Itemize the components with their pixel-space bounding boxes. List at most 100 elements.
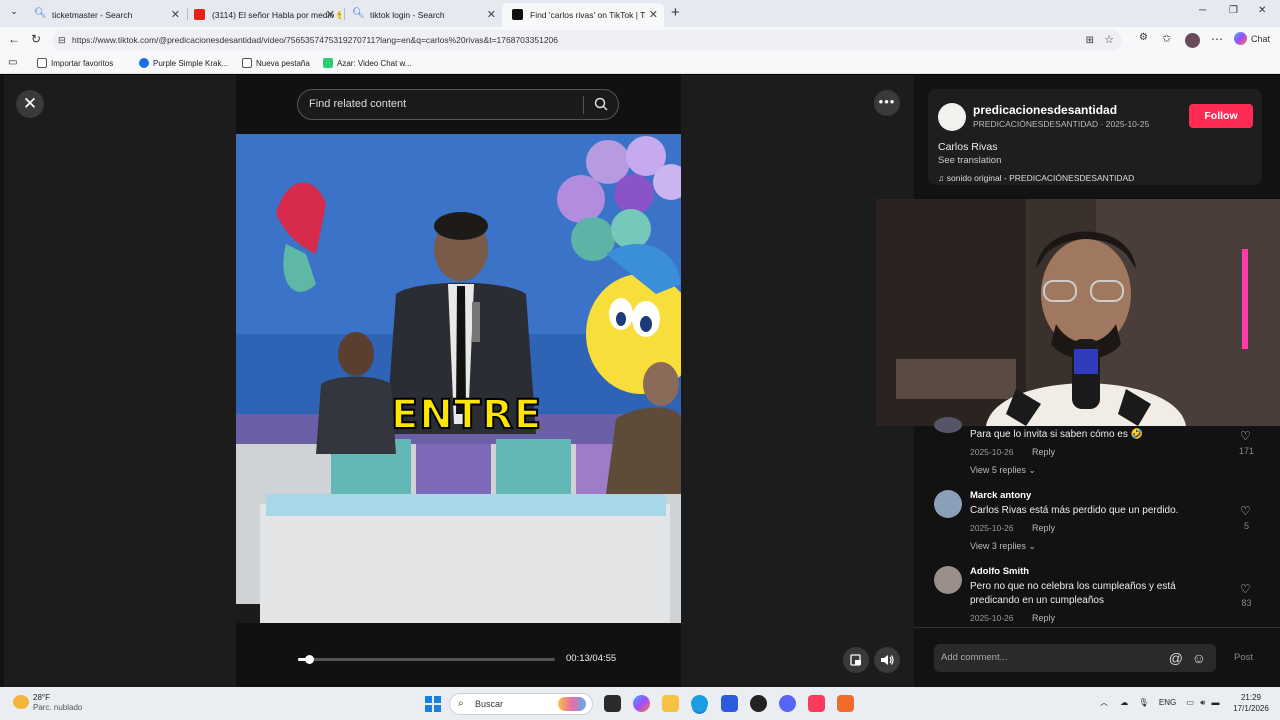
app-icon[interactable]: [750, 695, 767, 712]
favorite-star-icon[interactable]: ☆: [1104, 30, 1114, 51]
comment-date: 2025-10-26: [970, 447, 1014, 457]
comment-text: Carlos Rivas está más perdido que un per…: [970, 505, 1179, 516]
window-close-icon[interactable]: ✕: [1258, 5, 1266, 16]
tab-tiktok-active[interactable]: Find 'carlos rivas' on TikTok | T ✕: [502, 3, 664, 27]
system-tray: ︿ ☁ 🎙︎ ENG ▭ 🔊︎ ▬: [1100, 697, 1220, 708]
author-card: predicacionesdesantidad PREDICACIÓNESDES…: [928, 89, 1262, 185]
restore-icon[interactable]: ❐: [1229, 5, 1238, 16]
favorites-icon[interactable]: ✩: [1162, 32, 1171, 45]
music-icon[interactable]: [808, 695, 825, 712]
weather-widget[interactable]: 28°F Parc. nublado: [33, 693, 82, 713]
tab-label: (3114) El señor Habla por medio 😪: [212, 9, 341, 20]
onedrive-icon[interactable]: ☁: [1120, 698, 1128, 707]
heart-icon[interactable]: ♡: [1240, 582, 1251, 596]
store-icon[interactable]: [721, 695, 738, 712]
see-translation-link[interactable]: See translation: [938, 155, 1001, 166]
chevron-up-icon[interactable]: ︿: [1100, 698, 1108, 707]
copilot-icon[interactable]: [633, 695, 650, 712]
language-indicator[interactable]: ENG: [1159, 698, 1176, 707]
taskbar-clock[interactable]: 21:29 17/1/2026: [1226, 692, 1276, 714]
address-bar-row: ← ↻ ⊟ https://www.tiktok.com/@predicacio…: [0, 27, 1280, 54]
close-icon[interactable]: ✕: [649, 8, 658, 21]
like-count: 5: [1243, 521, 1249, 531]
copilot-chat-button[interactable]: Chat: [1234, 32, 1270, 45]
emoji-icon[interactable]: ☺: [1192, 644, 1206, 672]
bookmark-new-tab[interactable]: Nueva pestaña: [242, 58, 310, 68]
tab-ticketmaster[interactable]: 🔍︎ ticketmaster - Search ✕: [24, 3, 186, 27]
commenter-avatar[interactable]: [934, 490, 962, 518]
reply-button[interactable]: Reply: [1032, 447, 1055, 457]
site-info-icon[interactable]: ⊟: [58, 30, 66, 51]
commenter-avatar[interactable]: [934, 417, 962, 433]
taskbar-search[interactable]: ⌕ Buscar: [449, 693, 593, 715]
view-replies-button[interactable]: View 3 replies ⌄: [970, 541, 1036, 552]
commenter-avatar[interactable]: [934, 566, 962, 594]
discord-icon[interactable]: [779, 695, 796, 712]
task-view-icon[interactable]: [604, 695, 621, 712]
post-button[interactable]: Post: [1234, 652, 1253, 663]
like-count: 83: [1241, 598, 1252, 608]
video-frame[interactable]: ENTRE: [236, 134, 681, 623]
tab-youtube[interactable]: (3114) El señor Habla por medio 😪 ✕: [184, 3, 341, 27]
comment-item: Adolfo Smith Pero no que no celebra los …: [934, 566, 1264, 626]
edge-browser-icon[interactable]: [691, 695, 708, 712]
back-arrow-icon[interactable]: ←: [8, 32, 20, 46]
author-subline: PREDICACIÓNESDESANTIDAD · 2025-10-25: [973, 119, 1150, 129]
sound-link[interactable]: ♫ sonido original - PREDICACIÓNESDESANTI…: [938, 173, 1134, 183]
volume-button[interactable]: [874, 647, 900, 673]
search-icon: 🔍︎: [34, 8, 47, 19]
battery-icon[interactable]: ▬: [1212, 698, 1220, 707]
close-icon[interactable]: ✕: [487, 8, 496, 21]
folder-icon: [37, 58, 47, 68]
webcam-scene: [876, 199, 1280, 426]
comment-text: Pero no que no celebra los cumpleaños y …: [970, 581, 1176, 606]
video-time: 00:13/04:55: [566, 653, 617, 664]
like-count: 171: [1238, 446, 1255, 456]
profile-avatar[interactable]: [1185, 33, 1200, 48]
webcam-overlay: [876, 199, 1280, 426]
new-tab-button[interactable]: +: [671, 4, 680, 21]
pip-button[interactable]: [843, 647, 869, 673]
close-player-button[interactable]: ✕: [16, 90, 44, 118]
microphone-icon[interactable]: 🎙︎: [1138, 698, 1148, 707]
close-icon[interactable]: ✕: [171, 8, 180, 21]
add-comment-input[interactable]: Add comment... @ ☺: [934, 644, 1216, 672]
bookmark-import[interactable]: Importar favoritos: [37, 58, 113, 68]
reply-button[interactable]: Reply: [1032, 613, 1055, 623]
bookmark-azar[interactable]: Azar: Video Chat w...: [323, 58, 412, 68]
volume-icon[interactable]: 🔊︎: [1200, 698, 1205, 707]
extensions-icon[interactable]: ⚙: [1139, 32, 1148, 43]
search-icon[interactable]: [594, 97, 608, 111]
windows-taskbar: 28°F Parc. nublado ⌕ Buscar ︿ ☁ 🎙︎ ENG ▭…: [0, 687, 1280, 720]
mention-icon[interactable]: @: [1169, 644, 1183, 672]
author-avatar[interactable]: [938, 103, 966, 131]
heart-icon[interactable]: ♡: [1240, 504, 1251, 518]
video-progress-bar[interactable]: [298, 655, 555, 664]
read-mode-icon[interactable]: ⊞: [1086, 30, 1094, 51]
more-menu-icon[interactable]: ⋯: [1211, 32, 1223, 46]
app-orange-icon[interactable]: [837, 695, 854, 712]
heart-icon[interactable]: ♡: [1240, 429, 1251, 443]
view-replies-button[interactable]: View 5 replies ⌄: [970, 465, 1036, 476]
follow-button[interactable]: Follow: [1189, 104, 1253, 128]
commenter-name[interactable]: Marck antony: [970, 490, 1031, 501]
bookmark-purple-krak[interactable]: Purple Simple Krak...: [139, 58, 228, 68]
file-explorer-icon[interactable]: [662, 695, 679, 712]
close-icon[interactable]: ✕: [326, 8, 335, 21]
refresh-icon[interactable]: ↻: [31, 32, 41, 46]
more-options-button[interactable]: •••: [874, 90, 900, 116]
url-field[interactable]: ⊟ https://www.tiktok.com/@predicacionesd…: [52, 30, 1122, 51]
minimize-icon[interactable]: ─: [1199, 5, 1206, 16]
commenter-name[interactable]: Adolfo Smith: [970, 566, 1029, 577]
related-search-input[interactable]: Find related content: [297, 89, 619, 120]
tab-tiktok-login[interactable]: 🔍︎ tiktok login - Search ✕: [342, 3, 502, 27]
tab-menu-chevron-icon[interactable]: ⌄: [6, 6, 22, 20]
weather-icon[interactable]: [13, 695, 29, 709]
display-icon[interactable]: ▭: [1186, 698, 1194, 707]
video-overlay-text: ENTRE: [390, 391, 543, 439]
collections-icon[interactable]: ▭: [8, 57, 17, 68]
windows-start-icon[interactable]: [425, 696, 441, 712]
url-text: https://www.tiktok.com/@predicacionesdes…: [72, 35, 558, 45]
reply-button[interactable]: Reply: [1032, 523, 1055, 533]
author-username[interactable]: predicacionesdesantidad: [973, 103, 1117, 117]
